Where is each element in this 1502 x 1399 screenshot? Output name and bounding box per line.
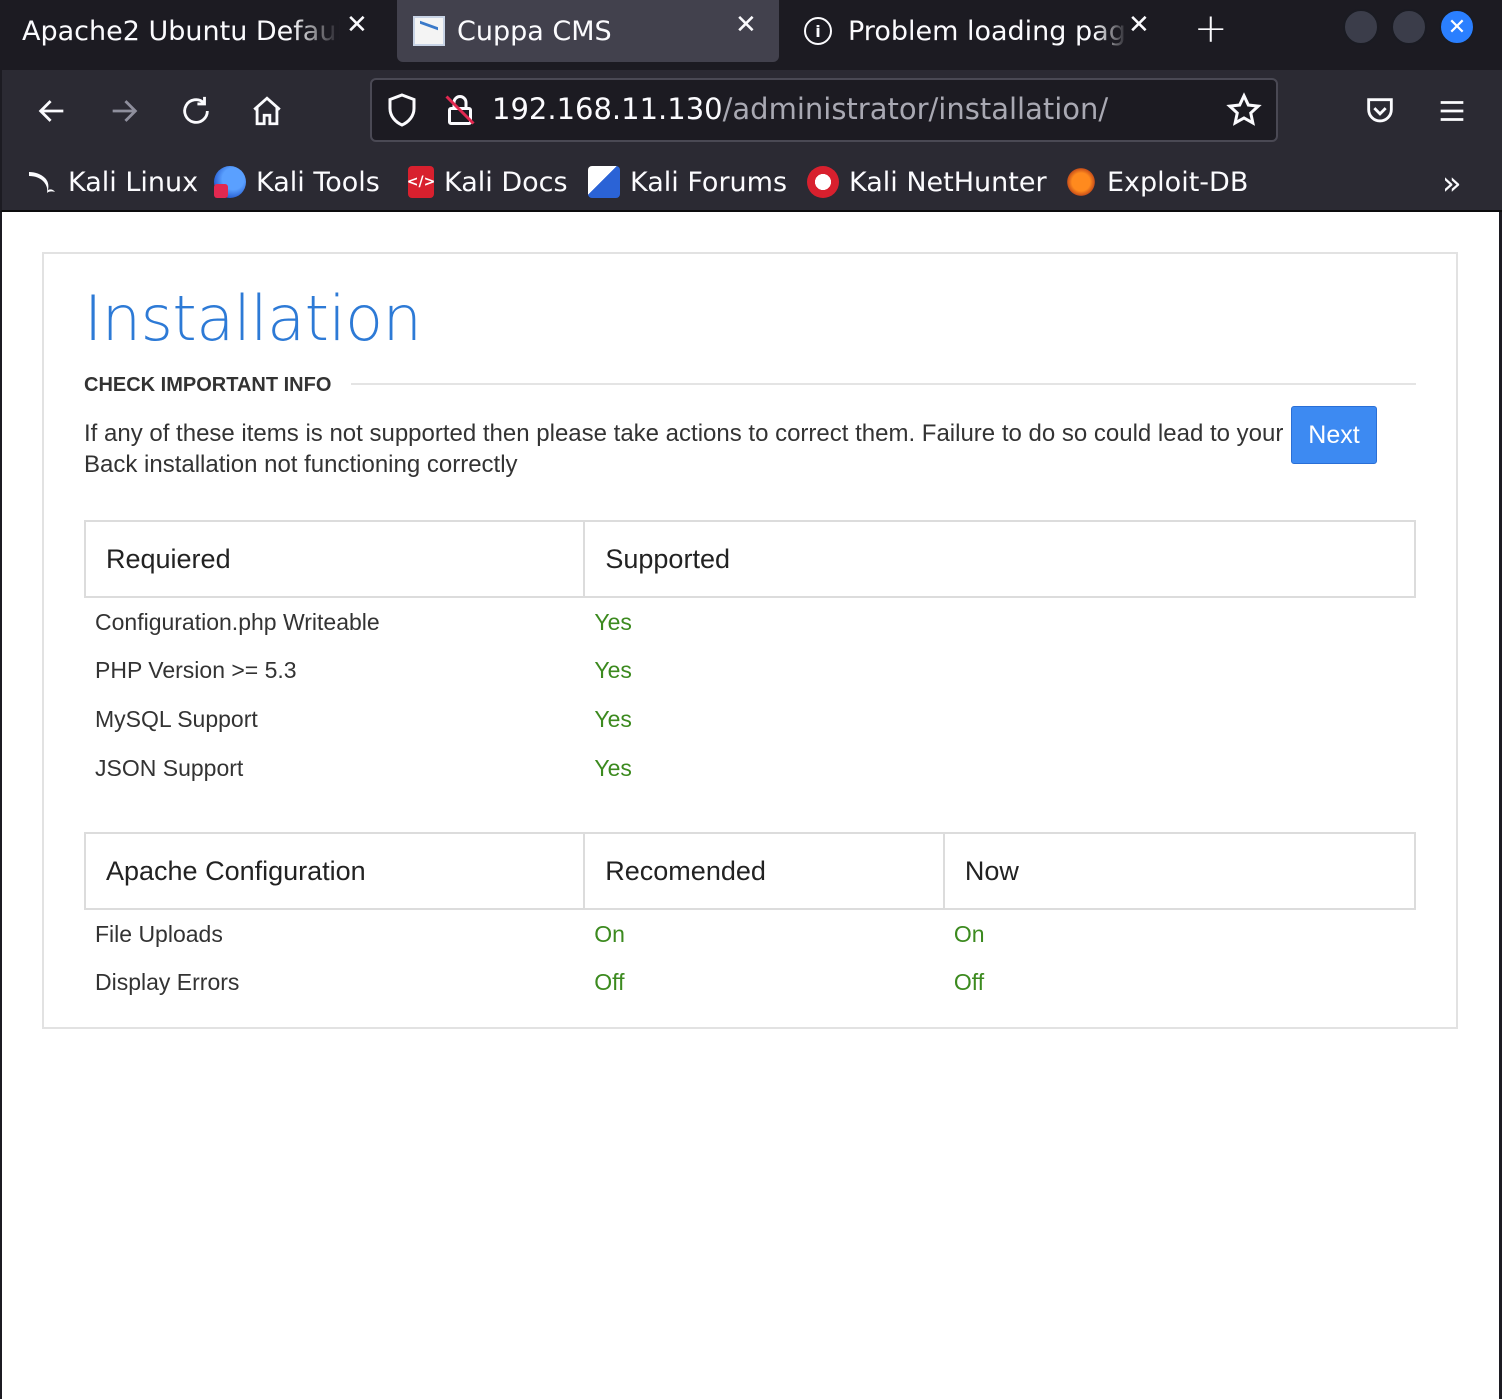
bookmark-kali-docs[interactable]: </> Kali Docs — [407, 162, 568, 202]
hamburger-menu-icon[interactable] — [1429, 88, 1475, 134]
bookmarks-overflow-chevron-icon[interactable]: » — [1442, 164, 1462, 202]
address-bar[interactable]: 192.168.11.130/administrator/installatio… — [370, 78, 1278, 142]
kali-dragon-icon — [26, 166, 58, 198]
setting-recommended: On — [594, 920, 625, 947]
tab-cuppa-cms[interactable]: Cuppa CMS ✕ — [397, 0, 779, 62]
table-header-row: Apache Configuration Recomended Now — [83, 832, 1417, 910]
bookmark-label: Kali Forums — [630, 166, 788, 198]
home-icon[interactable] — [244, 88, 290, 134]
setting-recommended: Off — [594, 969, 625, 995]
back-arrow-icon[interactable] — [29, 88, 75, 134]
bookmark-kali-linux[interactable]: Kali Linux — [26, 162, 198, 202]
new-tab-icon[interactable]: + — [1194, 6, 1228, 52]
table-row: PHP Version >= 5.3 Yes — [85, 646, 1415, 695]
bookmark-label: Kali Tools — [256, 166, 380, 198]
url-text[interactable]: 192.168.11.130/administrator/installatio… — [492, 92, 1108, 126]
bookmark-label: Kali Linux — [68, 166, 199, 198]
setting-now: Off — [953, 969, 985, 995]
tracking-shield-icon[interactable] — [384, 92, 420, 128]
exploit-db-icon — [1065, 166, 1097, 198]
close-window-button[interactable]: ✕ — [1439, 9, 1475, 45]
apache-config-table: Apache Configuration Recomended Now File… — [83, 832, 1417, 1007]
maximize-window-button[interactable] — [1391, 9, 1427, 45]
cuppa-favicon-icon — [413, 16, 445, 46]
bookmark-label: Kali NetHunter — [849, 166, 1047, 198]
setting-name: File Uploads — [95, 920, 223, 947]
setting-name: Display Errors — [95, 969, 240, 995]
close-tab-icon[interactable]: ✕ — [346, 10, 368, 40]
requirement-name: JSON Support — [95, 755, 244, 781]
forward-arrow-icon[interactable] — [101, 88, 147, 134]
column-header: Requiered — [83, 520, 586, 598]
column-header: Apache Configuration — [83, 832, 586, 910]
reload-icon[interactable] — [173, 88, 219, 134]
info-icon: i — [804, 17, 832, 45]
requirement-name: MySQL Support — [95, 706, 258, 732]
section-heading: CHECK IMPORTANT INFO — [84, 374, 352, 397]
requirement-name: Configuration.php Writeable — [95, 608, 380, 635]
table-row: Display Errors Off Off — [85, 958, 1415, 1007]
bookmark-exploit-db[interactable]: Exploit-DB — [1065, 162, 1248, 202]
bookmark-kali-nethunter[interactable]: Kali NetHunter — [807, 162, 1047, 202]
kali-nethunter-icon — [807, 166, 839, 198]
tab-title: Apache2 Ubuntu Default Page: It works — [22, 15, 340, 47]
kali-forums-icon — [588, 166, 620, 198]
table-row: MySQL Support Yes — [85, 695, 1415, 744]
tab-title: Problem loading page — [848, 15, 1128, 47]
tab-strip: Apache2 Ubuntu Default Page: It works ✕ … — [0, 0, 1502, 70]
bookmark-kali-forums[interactable]: Kali Forums — [588, 162, 787, 202]
table-header-row: Requiered Supported — [83, 520, 1416, 598]
next-button[interactable]: Next — [1291, 406, 1377, 464]
requirement-status: Yes — [594, 608, 632, 635]
minimize-window-button[interactable] — [1343, 9, 1379, 45]
requirement-status: Yes — [594, 657, 632, 683]
column-header: Recomended — [583, 832, 945, 910]
url-host: 192.168.11.130 — [492, 92, 723, 126]
requirement-status: Yes — [594, 755, 632, 781]
close-tab-icon[interactable]: ✕ — [1128, 10, 1150, 40]
requirement-status: Yes — [594, 706, 632, 732]
bookmark-label: Kali Docs — [444, 166, 568, 198]
kali-tools-icon — [214, 166, 246, 198]
bookmark-kali-tools[interactable]: Kali Tools — [214, 162, 380, 202]
requirements-table: Requiered Supported Configuration.php Wr… — [83, 520, 1416, 793]
table-row: JSON Support Yes — [85, 744, 1415, 793]
installation-panel: Installation CHECK IMPORTANT INFO If any… — [42, 252, 1458, 1029]
column-header: Supported — [583, 520, 1416, 598]
bookmarks-toolbar: Kali Linux Kali Tools </> Kali Docs Kali… — [0, 152, 1502, 212]
page-viewport: Installation CHECK IMPORTANT INFO If any… — [2, 212, 1499, 1399]
setting-now: On — [953, 920, 985, 947]
kali-docs-icon: </> — [407, 166, 435, 198]
insecure-lock-icon[interactable] — [442, 92, 478, 128]
table-row: Configuration.php Writeable Yes — [85, 597, 1415, 646]
navigation-toolbar: 192.168.11.130/administrator/installatio… — [0, 70, 1502, 152]
url-path: /administrator/installation/ — [722, 92, 1109, 126]
close-tab-icon[interactable]: ✕ — [735, 10, 757, 40]
column-header: Now — [942, 832, 1417, 910]
table-row: File Uploads On On — [85, 909, 1415, 958]
bookmark-label: Exploit-DB — [1107, 166, 1249, 198]
tab-apache[interactable]: Apache2 Ubuntu Default Page: It works ✕ — [0, 0, 380, 62]
bookmark-star-icon[interactable] — [1226, 92, 1262, 128]
tab-problem-loading[interactable]: i Problem loading page ✕ — [800, 0, 1160, 62]
info-text: If any of these items is not supported t… — [84, 420, 1348, 478]
requirement-name: PHP Version >= 5.3 — [95, 657, 297, 683]
pocket-icon[interactable] — [1357, 88, 1403, 134]
page-title: Installation — [84, 282, 422, 355]
tab-title: Cuppa CMS — [457, 15, 612, 47]
